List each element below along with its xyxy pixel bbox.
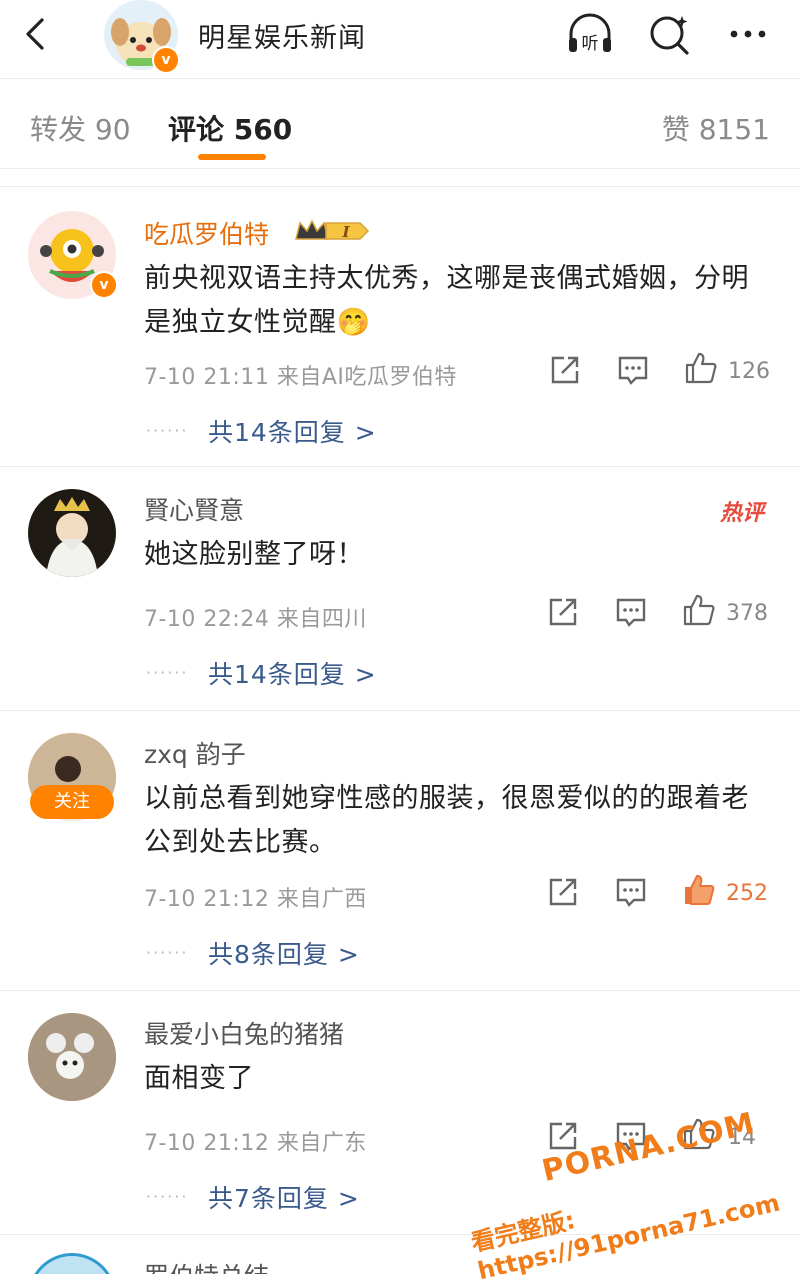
like-count: 126 bbox=[728, 359, 770, 384]
username[interactable]: 吃瓜罗伯特 bbox=[144, 215, 269, 251]
avatar[interactable] bbox=[28, 489, 116, 577]
comment-item: v 吃瓜罗伯特 I 前央视双语主持太优秀，这哪是丧偶式婚姻，分明是独立女性觉醒🤭… bbox=[0, 186, 800, 467]
member-level: I bbox=[341, 223, 350, 241]
tab-repost[interactable]: 转发 90 bbox=[30, 108, 131, 148]
emoji-icon: 🤭 bbox=[336, 307, 371, 338]
comment-text: 以前总看到她穿性感的服装，很恩爱似的的跟着老公到处去比赛。 bbox=[144, 783, 749, 858]
hot-comment-badge: 热评 bbox=[719, 501, 764, 526]
listen-label: 听 bbox=[582, 34, 599, 54]
comment-meta: 7-10 21:11 来自AI吃瓜罗伯特 bbox=[144, 365, 457, 390]
view-replies-link[interactable]: 共14条回复 > bbox=[208, 655, 377, 691]
listen-icon[interactable]: 听 bbox=[566, 12, 614, 56]
verified-badge-icon: v bbox=[90, 271, 118, 299]
avatar[interactable] bbox=[28, 1013, 116, 1101]
reply-dots: ······ bbox=[146, 421, 189, 440]
like-count: 378 bbox=[726, 601, 768, 626]
share-icon[interactable] bbox=[548, 353, 582, 387]
back-icon[interactable] bbox=[18, 16, 54, 52]
like-icon[interactable] bbox=[682, 593, 716, 627]
comment-icon[interactable] bbox=[616, 353, 650, 387]
more-icon[interactable] bbox=[724, 12, 772, 56]
page-title: 明星娱乐新闻 bbox=[198, 23, 366, 54]
member-crown-badge-icon: I bbox=[295, 219, 370, 241]
comment-icon[interactable] bbox=[614, 595, 648, 629]
view-replies-link[interactable]: 共7条回复 > bbox=[208, 1179, 360, 1215]
comment-meta: 7-10 21:12 来自广东 bbox=[144, 1131, 367, 1156]
active-tab-indicator bbox=[198, 154, 266, 160]
view-replies-link[interactable]: 共8条回复 > bbox=[208, 935, 360, 971]
username[interactable]: 罗伯特总结 bbox=[144, 1257, 269, 1274]
username[interactable]: 賢心賢意 bbox=[144, 491, 244, 527]
reply-dots: ······ bbox=[146, 1187, 189, 1206]
comment-icon[interactable] bbox=[614, 875, 648, 909]
comment-text: 她这脸别整了呀！ bbox=[144, 539, 364, 570]
avatar[interactable] bbox=[28, 1253, 116, 1274]
rabbit-avatar-icon bbox=[28, 1013, 116, 1101]
follow-button[interactable]: 关注 bbox=[30, 785, 114, 819]
tab-likes[interactable]: 赞 8151 bbox=[662, 108, 770, 148]
reply-dots: ······ bbox=[146, 663, 189, 682]
username[interactable]: zxq 韵子 bbox=[144, 735, 246, 771]
king-avatar-icon bbox=[46, 497, 98, 577]
view-replies-link[interactable]: 共14条回复 > bbox=[208, 413, 377, 449]
comment-item: 賢心賢意 热评 她这脸别整了呀！ 7-10 22:24 来自四川 378 ···… bbox=[0, 466, 800, 711]
comment-item: 关注 zxq 韵子 以前总看到她穿性感的服装，很恩爱似的的跟着老公到处去比赛。 … bbox=[0, 710, 800, 991]
comment-text: 前央视双语主持太优秀，这哪是丧偶式婚姻，分明是独立女性觉醒🤭 bbox=[144, 263, 749, 338]
top-bar: v 明星娱乐新闻 听 bbox=[0, 0, 800, 79]
share-icon[interactable] bbox=[546, 875, 580, 909]
liked-icon[interactable] bbox=[682, 873, 716, 907]
comment-meta: 7-10 22:24 来自四川 bbox=[144, 607, 367, 632]
share-icon[interactable] bbox=[546, 595, 580, 629]
tab-comments[interactable]: 评论 560 bbox=[168, 108, 292, 148]
username[interactable]: 最爱小白兔的猪猪 bbox=[144, 1015, 344, 1051]
reply-dots: ······ bbox=[146, 943, 189, 962]
comment-meta: 7-10 21:12 来自广西 bbox=[144, 887, 367, 912]
comment-text: 面相变了 bbox=[144, 1063, 254, 1094]
search-icon[interactable] bbox=[646, 12, 694, 56]
verified-badge-icon: v bbox=[152, 46, 180, 74]
like-count: 252 bbox=[726, 881, 768, 906]
like-icon[interactable] bbox=[684, 351, 718, 385]
comment-item: 罗伯特总结 bbox=[0, 1234, 800, 1274]
